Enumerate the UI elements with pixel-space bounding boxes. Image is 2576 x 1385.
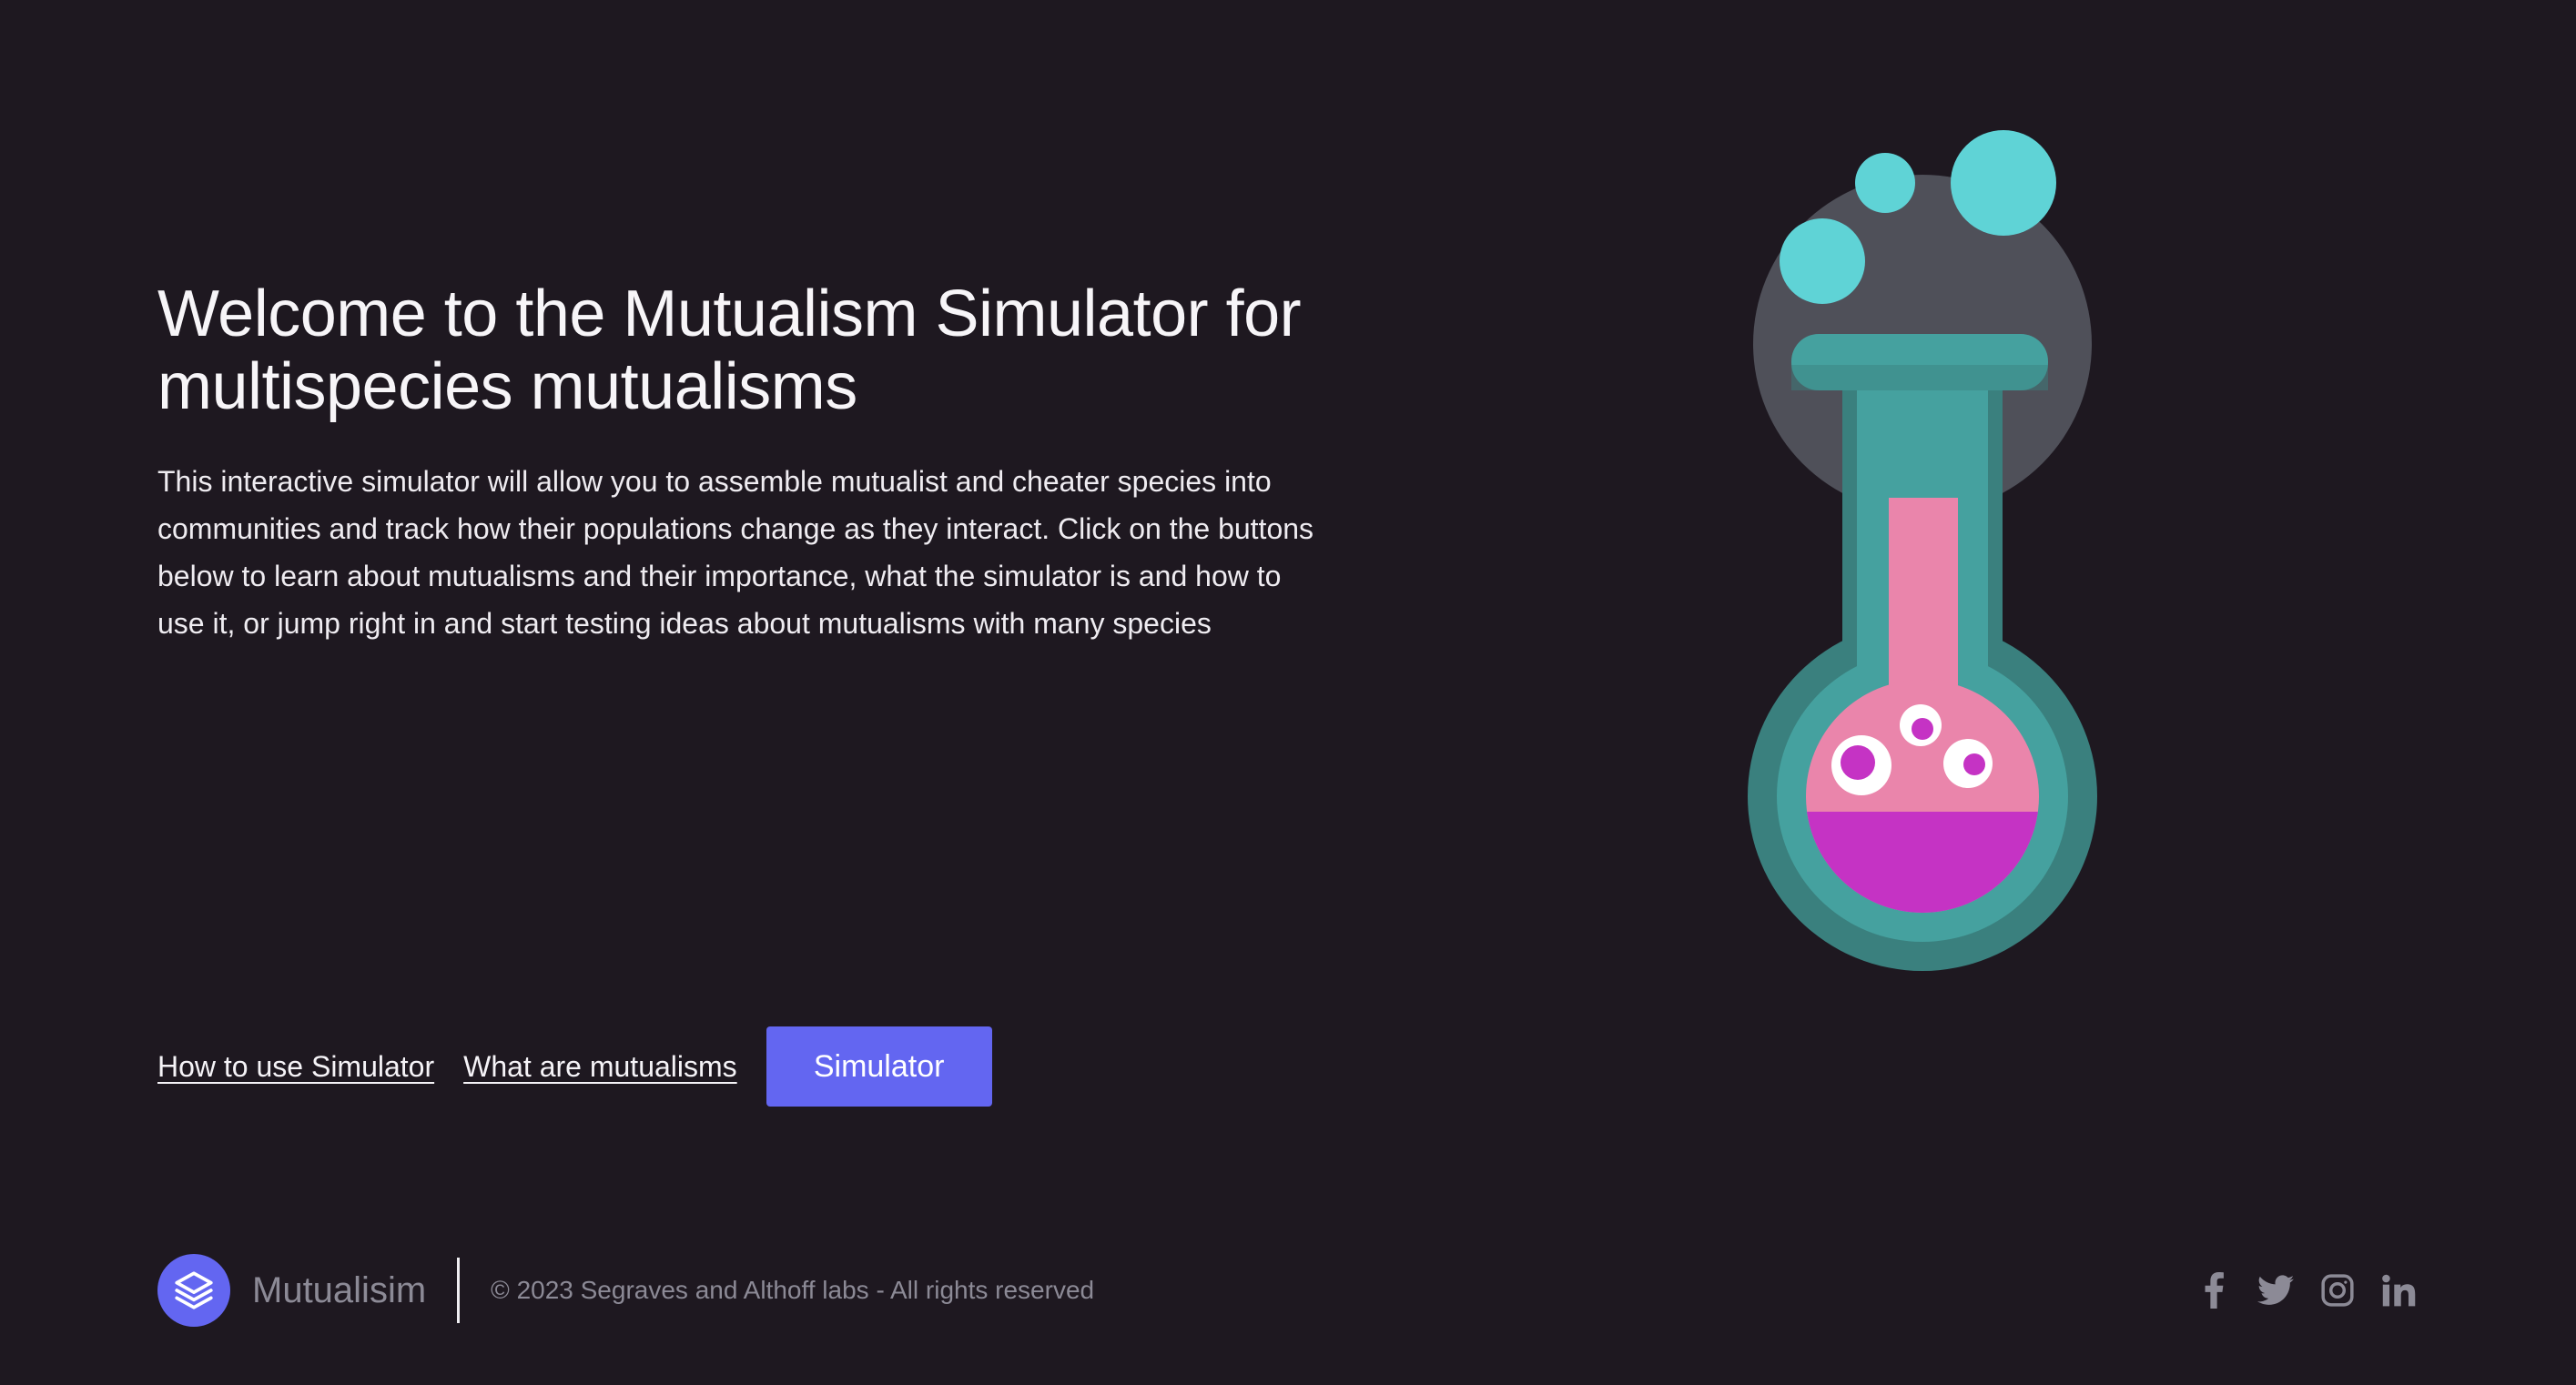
- bubble-medium: [1780, 218, 1865, 304]
- facebook-icon[interactable]: [2195, 1271, 2233, 1309]
- logo[interactable]: [157, 1254, 230, 1327]
- linkedin-icon[interactable]: [2380, 1271, 2419, 1309]
- brand-name: Mutualisim: [252, 1269, 427, 1310]
- what-are-mutualisms-link[interactable]: What are mutualisms: [463, 1050, 737, 1084]
- flask-icon: [1748, 130, 2097, 971]
- pupil-top: [1912, 718, 1933, 740]
- layers-icon: [175, 1271, 213, 1309]
- social-links: [2195, 1271, 2419, 1309]
- instagram-icon[interactable]: [2318, 1271, 2357, 1309]
- how-to-use-simulator-link[interactable]: How to use Simulator: [157, 1050, 434, 1084]
- page-title: Welcome to the Mutualism Simulator for m…: [157, 278, 1302, 423]
- simulator-button[interactable]: Simulator: [766, 1026, 992, 1107]
- pupil-left: [1841, 745, 1875, 780]
- twitter-icon[interactable]: [2257, 1271, 2295, 1309]
- hero-section: Welcome to the Mutualism Simulator for m…: [157, 278, 1341, 1107]
- footer: Mutualisim © 2023 Segraves and Althoff l…: [157, 1251, 2419, 1329]
- footer-divider: [457, 1258, 461, 1323]
- flask-lip-shadow: [1791, 365, 2048, 390]
- hero-actions: How to use Simulator What are mutualisms…: [157, 1026, 992, 1107]
- copyright-text: © 2023 Segraves and Althoff labs - All r…: [491, 1276, 1095, 1304]
- hero-description: This interactive simulator will allow yo…: [157, 465, 1314, 640]
- bubble-small: [1855, 153, 1915, 213]
- bubble-large: [1951, 130, 2056, 236]
- pupil-right: [1963, 753, 1985, 775]
